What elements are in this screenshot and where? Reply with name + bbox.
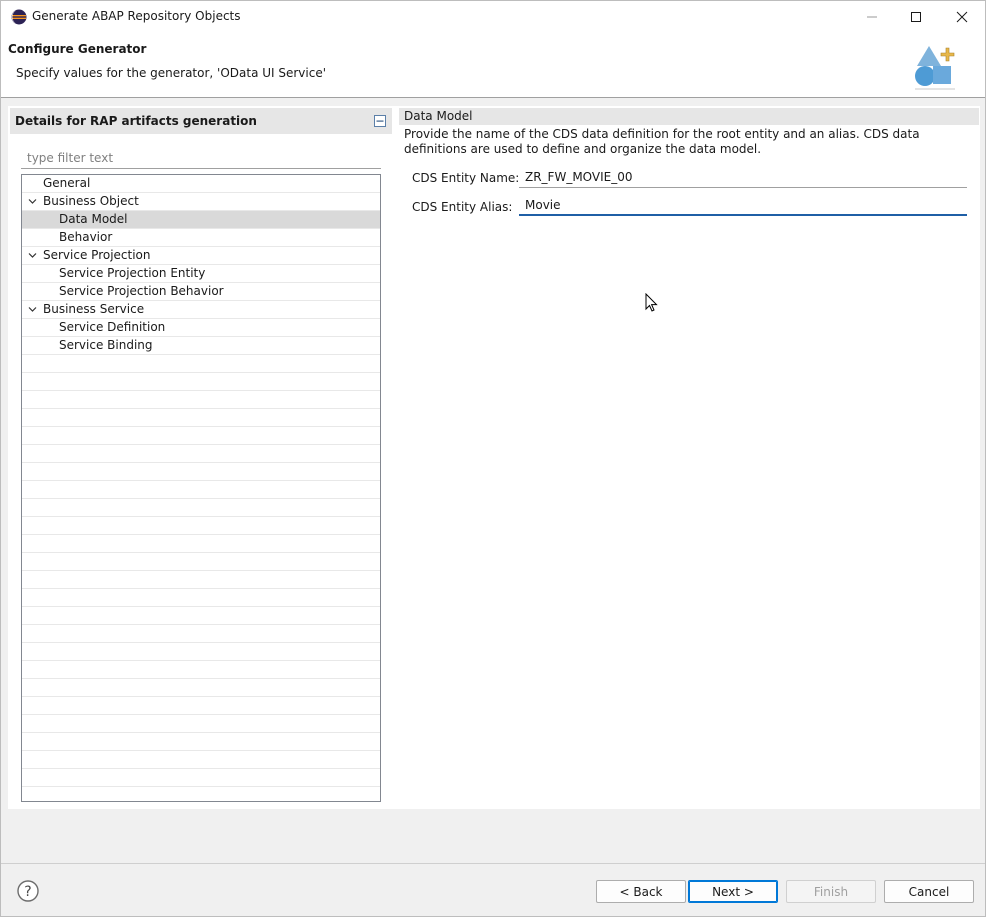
empty-tree-row (22, 679, 380, 697)
tree-item-label: Behavior (59, 230, 113, 244)
tree-item[interactable]: Service Projection (22, 247, 380, 265)
page-subtitle: Specify values for the generator, 'OData… (16, 66, 327, 80)
empty-tree-row (22, 553, 380, 571)
back-button[interactable]: < Back (596, 880, 686, 903)
minimize-button[interactable] (849, 1, 895, 32)
tree-item[interactable]: Service Projection Behavior (22, 283, 380, 301)
tree-item-label: Service Projection Behavior (59, 284, 224, 298)
entity-alias-label: CDS Entity Alias: (412, 200, 513, 214)
empty-tree-row (22, 787, 380, 801)
empty-tree-row (22, 643, 380, 661)
section-description: Provide the name of the CDS data definit… (404, 127, 920, 156)
empty-tree-row (22, 499, 380, 517)
dialog-window: Generate ABAP Repository Objects Configu… (0, 0, 986, 917)
artifact-tree: General Business Object Data Model Behavior… (21, 174, 381, 802)
window-title: Generate ABAP Repository Objects (32, 9, 241, 23)
close-icon (956, 11, 968, 22)
left-panel-header: Details for RAP artifacts generation (10, 108, 392, 134)
chevron-down-icon[interactable] (27, 250, 38, 261)
close-button[interactable] (939, 1, 985, 32)
tree-item[interactable]: Data Model (22, 211, 380, 229)
empty-tree-row (22, 697, 380, 715)
empty-tree-row (22, 589, 380, 607)
title-bar: Generate ABAP Repository Objects (1, 1, 985, 32)
finish-button[interactable]: Finish (786, 880, 876, 903)
left-panel-title: Details for RAP artifacts generation (15, 114, 257, 128)
tree-item-label: Data Model (59, 212, 128, 226)
tree-item-label: Business Object (43, 194, 139, 208)
empty-tree-row (22, 571, 380, 589)
tree-item-label: Service Projection Entity (59, 266, 206, 280)
maximize-button[interactable] (893, 1, 939, 32)
next-button[interactable]: Next > (688, 880, 778, 903)
entity-name-label: CDS Entity Name: * (412, 171, 530, 185)
empty-tree-row (22, 535, 380, 553)
chevron-down-icon[interactable] (27, 196, 38, 207)
empty-tree-row (22, 517, 380, 535)
tree-item-label: Service Projection (43, 248, 151, 262)
empty-tree-row (22, 715, 380, 733)
empty-tree-row (22, 661, 380, 679)
empty-tree-row (22, 409, 380, 427)
filter-input[interactable] (21, 148, 381, 169)
wizard-banner: Configure Generator Specify values for t… (1, 32, 985, 98)
tree-item-label: Business Service (43, 302, 145, 316)
entity-name-field[interactable] (519, 167, 967, 188)
tree-item[interactable]: Service Definition (22, 319, 380, 337)
entity-alias-field[interactable] (519, 195, 967, 216)
tree-item[interactable]: General (22, 175, 380, 193)
tree-item[interactable]: Behavior (22, 229, 380, 247)
tree-item[interactable]: Business Service (22, 301, 380, 319)
maximize-icon (911, 11, 921, 22)
minimize-icon (867, 16, 877, 17)
tree-item[interactable]: Service Binding (22, 337, 380, 355)
generator-shapes-icon (915, 46, 955, 90)
chevron-down-icon[interactable] (27, 304, 38, 315)
empty-tree-row (22, 445, 380, 463)
empty-tree-row (22, 427, 380, 445)
tree-item[interactable]: Service Projection Entity (22, 265, 380, 283)
content-area: Details for RAP artifacts generation Gen… (8, 106, 980, 809)
tree-item-label: General (43, 176, 91, 190)
help-icon[interactable]: ? (17, 880, 39, 902)
empty-tree-row (22, 625, 380, 643)
empty-tree-row (22, 391, 380, 409)
cancel-button[interactable]: Cancel (884, 880, 974, 903)
empty-tree-row (22, 607, 380, 625)
empty-tree-row (22, 733, 380, 751)
empty-tree-row (22, 373, 380, 391)
page-title: Configure Generator (8, 42, 147, 56)
mouse-cursor-icon (645, 293, 658, 312)
section-header: Data Model (399, 108, 979, 125)
tree-item[interactable]: Business Object (22, 193, 380, 211)
empty-tree-row (22, 355, 380, 373)
empty-tree-row (22, 769, 380, 787)
empty-tree-row (22, 751, 380, 769)
svg-text:?: ? (24, 884, 31, 900)
eclipse-icon (11, 9, 27, 25)
empty-tree-row (22, 463, 380, 481)
tree-item-label: Service Definition (59, 320, 166, 334)
collapse-all-icon[interactable] (374, 115, 386, 127)
empty-tree-row (22, 481, 380, 499)
tree-item-label: Service Binding (59, 338, 153, 352)
footer-separator (1, 863, 985, 864)
